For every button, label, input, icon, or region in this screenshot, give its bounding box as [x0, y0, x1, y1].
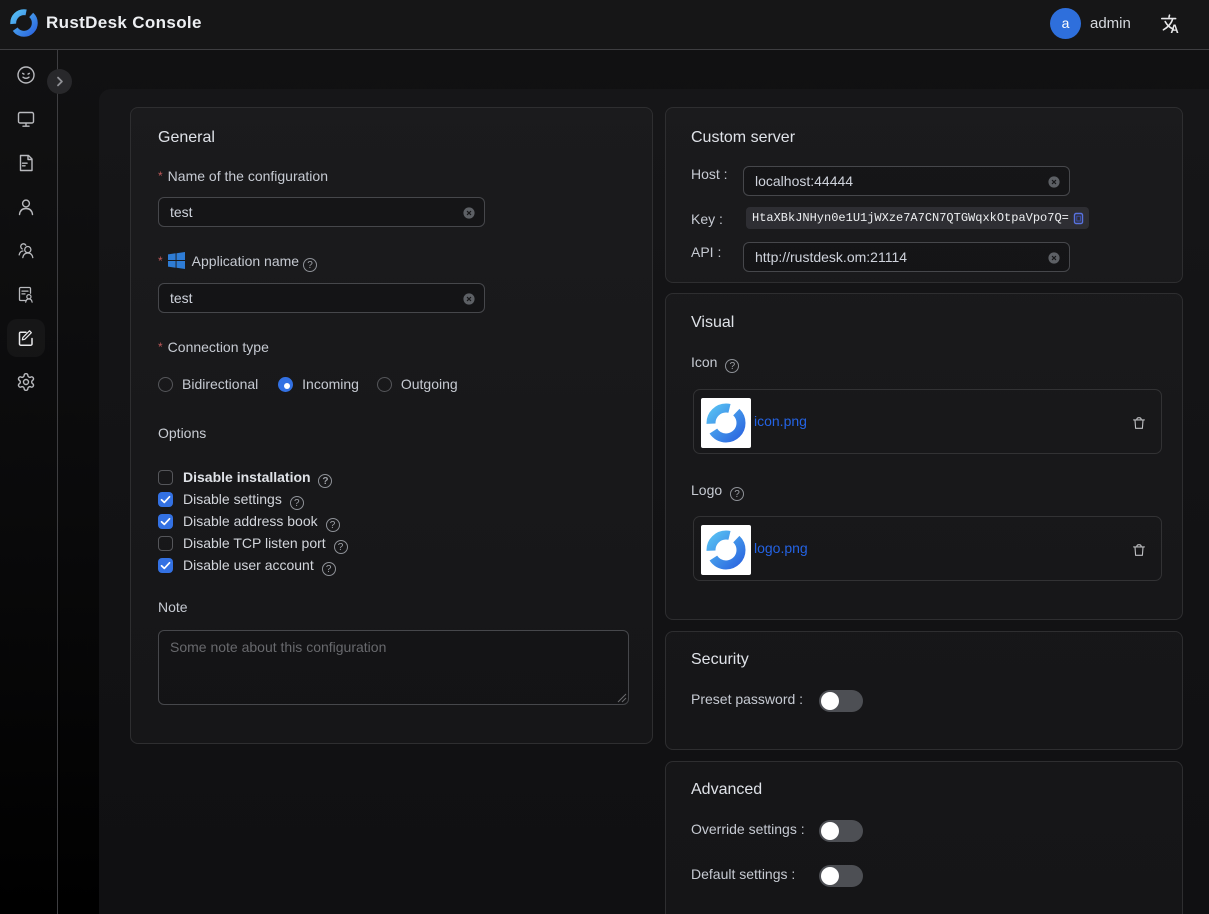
svg-text:A: A — [1170, 24, 1178, 34]
